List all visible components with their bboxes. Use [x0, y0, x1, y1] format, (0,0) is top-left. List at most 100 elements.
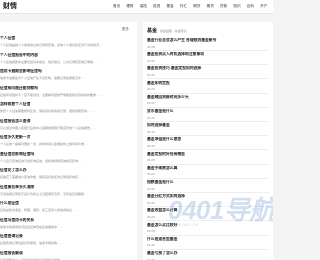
article-summary: 征信是依法收集、整理、保存、加工自然人的信用信息…… [0, 208, 79, 212]
article-item[interactable]: 征信有问题还能贷款吗 征信有问题并不一定不能贷款，主要看问题的严重程度和贷款机构的… [0, 86, 137, 97]
fund-article-item[interactable]: 基金赎回到账时间多少天 05-08 [147, 95, 269, 108]
divider [147, 106, 269, 108]
divider [147, 78, 269, 80]
divider [147, 248, 269, 250]
fund-article-item[interactable]: 货币基金是什么 05-08 [147, 109, 269, 122]
fund-article-date: 05-08 [147, 243, 155, 248]
article-title[interactable]: 个人征信 [0, 36, 137, 41]
fund-article-date: 05-08 [147, 101, 155, 106]
fund-article-title[interactable]: 货币基金是什么 [147, 109, 269, 114]
nav-item[interactable]: 外汇 [180, 4, 187, 9]
nav-item[interactable]: 期货 [207, 4, 214, 9]
article-title[interactable]: 征信报告怎么查询 [0, 119, 137, 124]
nav-item[interactable]: 开户 [260, 4, 267, 9]
fund-article-title[interactable]: 基金投资技巧 基金定投如何选择 [147, 66, 269, 71]
article-item[interactable]: 怎样修复个人征信 修复个人征信需要按时还款，保持良好的信用记录，避免频繁查询…… [0, 102, 137, 113]
top-bar: 财情 首页 理财 保险 投资 基金 外汇 期货 期货 贷款 知识 百科 开户 [0, 0, 273, 14]
main-nav: 首页 理财 保险 投资 基金 外汇 期货 期货 贷款 知识 百科 开户 [113, 4, 273, 9]
divider [147, 177, 269, 179]
left-column: 更多 个人征信 个人征信是指个人信用信息的记录和查询，反映个人借贷和还款行为的情况… [0, 22, 137, 260]
article-item[interactable]: 征信报告解读 征信报告由个人基本信息和信贷交易信息组成…… [0, 251, 137, 260]
article-item[interactable]: 征信与信用卡的关系 信用卡的使用情况会直接体现在征信报告中…… [0, 218, 137, 229]
article-title[interactable]: 征信报告解读 [0, 251, 137, 256]
article-summary: 个人自己查询征信不会影响征信，但机构频繁查询会有影响…… [0, 158, 85, 163]
article-item[interactable]: 征信黑名单多久消除 不良信用记录自不良行为终止之日起保存五年，五年后自动删除…… [0, 185, 137, 196]
article-item[interactable]: 什么是征信征信是依法收集、整理、保存、加工自然人的信用信息…… [0, 201, 137, 212]
article-item[interactable]: 查征信会影响征信吗 个人自己查询征信不会影响征信，但机构频繁查询会有影响…… [0, 152, 137, 163]
article-title[interactable]: 征信多久更新一次 [0, 135, 137, 140]
article-summary: 信用卡的使用情况会直接体现在征信报告中…… [0, 224, 64, 229]
divider [147, 163, 269, 165]
divider [147, 135, 269, 137]
nav-item[interactable]: 贷款 [220, 4, 227, 9]
article-item[interactable]: 征信多久更新一次 个人征信一般每月更新一次，具体时间以金融机构上报时间为准…… [0, 135, 137, 146]
fund-article-item[interactable]: 基金行业总会怎么产生 合理规划基金账号 05-08 [147, 38, 269, 51]
fund-article-item[interactable]: 基金亏损了怎么办 05-08 [147, 251, 269, 260]
nav-item[interactable]: 百科 [247, 4, 254, 9]
article-title[interactable]: 查征信会影响征信吗 [0, 152, 137, 157]
article-title[interactable]: 个人征信报告中的内容 [0, 53, 137, 58]
fund-article-title[interactable]: 基金亏损了怎么办 [147, 251, 269, 256]
article-title[interactable]: 信用卡逾期会影响征信吗 [0, 69, 137, 74]
divider [147, 64, 269, 66]
fund-article-item[interactable]: 基金投资技巧 基金定投如何选择 05-08 [147, 66, 269, 80]
nav-item[interactable]: 基金 [167, 4, 174, 9]
nav-item[interactable]: 投资 [153, 4, 160, 9]
fund-article-title[interactable]: 基金手续费怎么算 [147, 166, 269, 171]
article-title[interactable]: 征信黑名单多久消除 [0, 185, 137, 190]
fund-article-date: 05-08 [147, 72, 155, 77]
fund-article-date: 05-08 [147, 158, 155, 163]
fund-article-title[interactable]: 基金投资买入时机选择和注意事项 [147, 52, 269, 57]
nav-item[interactable]: 理财 [126, 4, 133, 9]
fund-article-date: 05-08 [147, 143, 155, 148]
article-item[interactable]: 征信报告怎么查询 可以通过中国人民银行征信中心官网或者银行网点查询个人征信报告…… [0, 119, 137, 130]
fund-article-item[interactable]: 基金如何定投 05-08 [147, 81, 269, 94]
article-title[interactable]: 征信查询记录 [0, 234, 137, 239]
nav-item[interactable]: 保险 [140, 4, 147, 9]
article-title[interactable]: 怎样修复个人征信 [0, 102, 137, 107]
article-item[interactable]: 个人征信报告中的内容 个人征信报告中主要包括基本信息、信贷信息、公共记录和查询记录… [0, 53, 137, 64]
article-item[interactable]: 征信查询记录 征信查询记录包括贷款审批、信用卡审批等…… [0, 234, 137, 245]
fund-article-date: 05-08 [147, 229, 155, 234]
fund-article-item[interactable]: 什么是混合型基金 05-08 [147, 237, 269, 250]
fund-article-item[interactable]: 基金定投的好处有哪些 05-08 [147, 152, 269, 165]
fund-article-item[interactable]: 如何选择基金 05-08 [147, 123, 269, 137]
fund-article-item[interactable]: 基金手续费怎么算 05-08 [147, 166, 269, 179]
fund-article-title[interactable]: 什么是混合型基金 [147, 237, 269, 242]
article-summary: 征信有问题并不一定不能贷款，主要看问题的严重程度和贷款机构的要求…… [0, 92, 103, 97]
article-title[interactable]: 什么是征信 [0, 201, 137, 206]
fund-article-title[interactable]: 基金如何定投 [147, 81, 269, 86]
site-logo[interactable]: 财情 [3, 1, 17, 11]
fund-article-item[interactable]: 基金净值是什么意思 05-08 [147, 137, 269, 151]
article-item[interactable]: 信用卡逾期会影响征信吗 信用卡逾期会对个人征信产生不良影响，逾期记录会保留五年…… [0, 69, 137, 80]
fund-article-title[interactable]: 基金行业总会怎么产生 合理规划基金账号 [147, 38, 269, 43]
breadcrumb: 基金经验 · 基金知识 [160, 29, 187, 33]
fund-article-date: 05-08 [147, 87, 155, 92]
fund-article-title[interactable]: 指数基金是什么 [147, 180, 269, 185]
fund-article-title[interactable]: 基金净值是什么意思 [147, 137, 269, 142]
article-summary: 可以通过中国人民银行征信中心官网或者银行网点查询个人征信报告…… [0, 125, 97, 130]
divider [147, 50, 269, 51]
fund-article-title[interactable]: 如何选择基金 [147, 123, 269, 128]
article-title[interactable]: 征信花了怎么办 [0, 168, 137, 173]
more-link[interactable]: 更多 [122, 27, 129, 32]
fund-article-date: 05-08 [147, 115, 155, 120]
watermark-sub: WWW.0401.CN [170, 222, 199, 227]
fund-article-date: 05-08 [147, 129, 155, 134]
fund-article-date: 05-08 [147, 44, 155, 49]
article-summary: 征信查询记录包括贷款审批、信用卡审批等…… [0, 241, 64, 245]
divider [147, 121, 269, 122]
nav-item[interactable]: 期货 [193, 4, 200, 9]
article-item[interactable]: 个人征信 个人征信是指个人信用信息的记录和查询，反映个人借贷和还款行为的情况…… [0, 36, 137, 47]
nav-item[interactable]: 知识 [233, 4, 240, 9]
section-title: 基金 [147, 28, 158, 34]
article-title[interactable]: 征信有问题还能贷款吗 [0, 86, 137, 91]
fund-article-date: 05-08 [147, 172, 155, 177]
divider [147, 92, 269, 94]
article-title[interactable]: 征信与信用卡的关系 [0, 218, 137, 223]
fund-article-title[interactable]: 基金定投的好处有哪些 [147, 152, 269, 157]
fund-article-item[interactable]: 基金投资买入时机选择和注意事项 05-08 [147, 52, 269, 66]
nav-item[interactable]: 首页 [113, 4, 120, 9]
fund-article-title[interactable]: 基金赎回到账时间多少天 [147, 95, 269, 100]
article-item[interactable]: 征信花了怎么办 征信花了需要减少查询次数，保持良好的还款记录逐步恢复…… [0, 168, 137, 179]
